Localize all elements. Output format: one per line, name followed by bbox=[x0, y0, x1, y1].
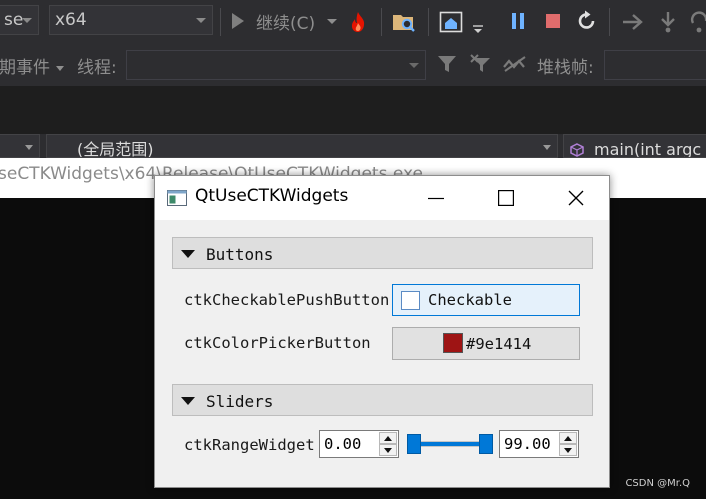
restart-icon[interactable] bbox=[576, 10, 598, 32]
buttons-section-title: Buttons bbox=[206, 245, 274, 264]
open-folder-search-icon[interactable] bbox=[392, 11, 416, 33]
editor-navigation-bar: (全局范围) main(int argc bbox=[0, 134, 706, 158]
range-slider[interactable] bbox=[407, 432, 493, 456]
spin-up-arrow-icon[interactable] bbox=[379, 432, 397, 444]
toolbar-separator bbox=[609, 8, 610, 36]
stack-frame-label: 堆栈帧: bbox=[537, 58, 594, 78]
dialog-titlebar[interactable]: QtUseCTKWidgets bbox=[155, 176, 609, 220]
sliders-section-title: Sliders bbox=[206, 392, 274, 411]
range-min-spinbox[interactable]: 0.00 bbox=[319, 430, 399, 458]
show-next-statement-icon[interactable] bbox=[622, 12, 644, 32]
lifecycle-events-label: 期事件 bbox=[0, 58, 50, 78]
minimize-icon bbox=[428, 197, 444, 200]
color-picker-label: ctkColorPickerButton bbox=[184, 334, 371, 352]
close-button[interactable] bbox=[541, 176, 611, 220]
color-value-text: #9e1414 bbox=[466, 335, 532, 353]
filter-icon[interactable] bbox=[437, 54, 457, 74]
checkable-button-text: Checkable bbox=[428, 291, 512, 309]
method-cube-icon bbox=[570, 143, 584, 157]
member-combo-value: main(int argc bbox=[594, 140, 702, 158]
toolbar-separator bbox=[220, 8, 221, 36]
slider-max-handle[interactable] bbox=[479, 434, 493, 454]
pause-icon[interactable] bbox=[511, 13, 525, 29]
editor-tab-area bbox=[0, 86, 706, 134]
chevron-down-icon bbox=[196, 18, 206, 23]
slider-selected-range bbox=[414, 442, 486, 446]
vs-toolbar-main: se x64 继续(C) bbox=[0, 0, 706, 44]
range-max-spinbox[interactable]: 99.00 bbox=[499, 430, 579, 458]
chevron-down-icon bbox=[22, 18, 32, 23]
flag-threads-icon[interactable] bbox=[503, 55, 527, 73]
buttons-section-header[interactable]: Buttons bbox=[172, 237, 593, 269]
solution-config-value: se bbox=[4, 10, 24, 30]
play-icon[interactable] bbox=[232, 13, 244, 29]
hot-reload-flame-icon[interactable] bbox=[348, 11, 368, 33]
project-combo[interactable] bbox=[0, 134, 40, 158]
color-picker-button[interactable]: #9e1414 bbox=[392, 327, 580, 360]
dropdown-arrow-icon[interactable] bbox=[472, 24, 484, 34]
watermark: CSDN @Mr.Q bbox=[625, 478, 690, 489]
filter-clear-icon[interactable] bbox=[470, 54, 492, 74]
vs-toolbar-debug-location: 期事件 线程: 堆栈帧: bbox=[0, 44, 706, 86]
close-icon bbox=[568, 190, 584, 206]
collapse-triangle-icon bbox=[181, 250, 195, 258]
solution-config-combo[interactable]: se bbox=[0, 5, 39, 35]
thread-combo[interactable] bbox=[126, 50, 426, 80]
checkable-push-button[interactable]: Checkable bbox=[392, 284, 580, 316]
maximize-icon bbox=[498, 190, 514, 206]
step-over-icon[interactable] bbox=[690, 11, 706, 33]
scope-combo-value: (全局范围) bbox=[77, 140, 154, 158]
thread-label: 线程: bbox=[77, 58, 117, 78]
minimize-button[interactable] bbox=[401, 176, 471, 220]
scope-combo[interactable]: (全局范围) bbox=[46, 134, 558, 158]
toolbar-separator bbox=[381, 8, 382, 36]
sliders-section-header[interactable]: Sliders bbox=[172, 384, 593, 416]
member-combo[interactable]: main(int argc bbox=[563, 134, 706, 158]
chevron-down-icon bbox=[25, 145, 33, 150]
stop-icon[interactable] bbox=[546, 14, 560, 28]
step-into-icon[interactable] bbox=[659, 11, 677, 33]
range-min-value: 0.00 bbox=[324, 435, 362, 453]
checkable-button-label: ctkCheckablePushButton bbox=[184, 291, 390, 309]
spin-up-arrow-icon[interactable] bbox=[559, 432, 577, 444]
lifecycle-events-menu[interactable]: 期事件 bbox=[0, 53, 64, 78]
checkbox-icon[interactable] bbox=[401, 291, 420, 310]
slider-min-handle[interactable] bbox=[407, 434, 421, 454]
spin-down-arrow-icon[interactable] bbox=[559, 444, 577, 456]
range-max-value: 99.00 bbox=[504, 435, 551, 453]
color-swatch bbox=[443, 333, 463, 353]
qt-dialog-window: QtUseCTKWidgets Buttons ctkCheckablePush… bbox=[154, 175, 610, 488]
chevron-down-icon bbox=[409, 63, 419, 68]
range-widget-label: ctkRangeWidget bbox=[184, 436, 315, 454]
platform-value: x64 bbox=[55, 10, 87, 30]
maximize-button[interactable] bbox=[471, 176, 541, 220]
continue-button-label[interactable]: 继续(C) bbox=[256, 9, 315, 34]
toolbar-separator bbox=[428, 8, 429, 36]
application-window-icon[interactable] bbox=[439, 10, 463, 34]
collapse-triangle-icon bbox=[181, 397, 195, 405]
stack-frame-combo[interactable] bbox=[604, 50, 706, 80]
chevron-down-icon bbox=[56, 65, 64, 71]
chevron-down-icon[interactable] bbox=[327, 19, 337, 24]
dialog-title: QtUseCTKWidgets bbox=[195, 186, 349, 206]
platform-combo[interactable]: x64 bbox=[49, 5, 213, 35]
app-window-icon bbox=[167, 190, 187, 206]
spin-down-arrow-icon[interactable] bbox=[379, 444, 397, 456]
chevron-down-icon bbox=[543, 145, 551, 150]
